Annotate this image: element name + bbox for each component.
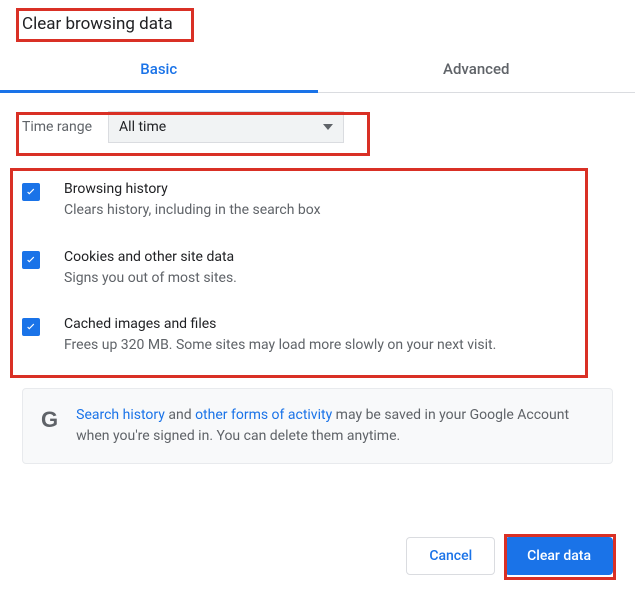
dialog-footer: Cancel Clear data xyxy=(406,537,613,575)
option-text: Cached images and files Frees up 320 MB.… xyxy=(64,316,613,356)
tabs: Basic Advanced xyxy=(0,48,635,93)
link-search-history[interactable]: Search history xyxy=(76,407,165,423)
option-title: Cookies and other site data xyxy=(64,249,613,265)
info-text: Search history and other forms of activi… xyxy=(76,405,594,447)
check-icon xyxy=(24,253,38,267)
time-range-row: Time range All time xyxy=(0,93,635,161)
option-text: Browsing history Clears history, includi… xyxy=(64,181,613,221)
options-list: Browsing history Clears history, includi… xyxy=(0,161,635,370)
option-desc: Clears history, including in the search … xyxy=(64,201,613,221)
option-desc: Frees up 320 MB. Some sites may load mor… xyxy=(64,336,613,356)
google-account-info: G Search history and other forms of acti… xyxy=(22,388,613,464)
check-icon xyxy=(24,320,38,334)
link-other-activity[interactable]: other forms of activity xyxy=(195,407,332,423)
google-icon: G xyxy=(41,407,58,433)
option-cache: Cached images and files Frees up 320 MB.… xyxy=(22,302,613,370)
option-cookies: Cookies and other site data Signs you ou… xyxy=(22,235,613,303)
checkbox-cache[interactable] xyxy=(22,318,40,336)
option-desc: Signs you out of most sites. xyxy=(64,269,613,289)
tab-basic[interactable]: Basic xyxy=(0,48,318,92)
time-range-value: All time xyxy=(119,119,166,135)
option-text: Cookies and other site data Signs you ou… xyxy=(64,249,613,289)
checkbox-cookies[interactable] xyxy=(22,251,40,269)
time-range-select[interactable]: All time xyxy=(108,111,344,143)
option-browsing-history: Browsing history Clears history, includi… xyxy=(22,167,613,235)
clear-data-button[interactable]: Clear data xyxy=(505,537,613,575)
info-mid: and xyxy=(165,407,195,423)
option-title: Cached images and files xyxy=(64,316,613,332)
tab-advanced[interactable]: Advanced xyxy=(318,48,635,92)
cancel-button[interactable]: Cancel xyxy=(406,537,495,575)
check-icon xyxy=(24,185,38,199)
checkbox-browsing-history[interactable] xyxy=(22,183,40,201)
option-title: Browsing history xyxy=(64,181,613,197)
time-range-label: Time range xyxy=(22,119,92,135)
dialog-title: Clear browsing data xyxy=(0,0,635,48)
chevron-down-icon xyxy=(323,124,333,130)
